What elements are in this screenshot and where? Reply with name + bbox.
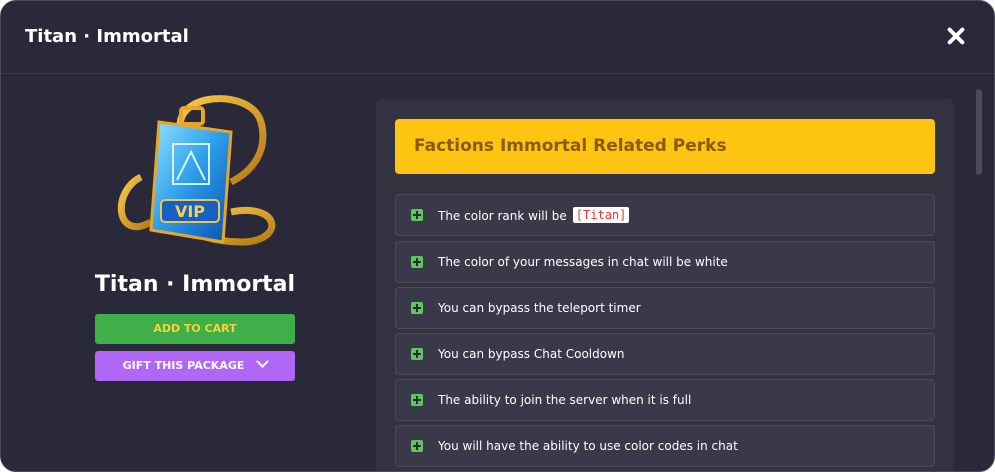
plus-icon[interactable] xyxy=(411,440,423,452)
plus-icon[interactable] xyxy=(411,394,423,406)
scrollbar[interactable] xyxy=(973,89,983,461)
gift-package-button[interactable]: GIFT THIS PACKAGE xyxy=(95,351,295,381)
add-to-cart-label: ADD TO CART xyxy=(153,322,237,335)
scrollbar-thumb[interactable] xyxy=(976,89,982,175)
product-column: VIP Titan · Immortal ADD TO CART GIFT TH… xyxy=(1,74,376,471)
perks-title: Factions Immortal Related Perks xyxy=(414,136,727,156)
chevron-down-icon xyxy=(256,355,270,368)
svg-text:VIP: VIP xyxy=(175,202,205,221)
perk-text: You can bypass the teleport timer xyxy=(438,301,641,315)
perk-item: You can bypass the teleport timer xyxy=(395,287,935,329)
plus-icon[interactable] xyxy=(411,348,423,360)
package-modal: Titan · Immortal VIP Titan · Immortal AD… xyxy=(0,0,995,472)
add-to-cart-button[interactable]: ADD TO CART xyxy=(95,314,295,344)
perk-text: The color of your messages in chat will … xyxy=(438,255,728,269)
modal-header: Titan · Immortal xyxy=(1,1,994,74)
perks-header: Factions Immortal Related Perks xyxy=(395,119,935,174)
vip-tag-image: VIP xyxy=(117,95,276,246)
plus-icon[interactable] xyxy=(411,302,423,314)
perk-text: You will have the ability to use color c… xyxy=(438,439,738,453)
plus-icon[interactable] xyxy=(411,209,423,221)
perk-item: You can bypass Chat Cooldown xyxy=(395,333,935,375)
perk-text: You can bypass Chat Cooldown xyxy=(438,347,625,361)
perks-panel: Factions Immortal Related Perks The colo… xyxy=(376,99,954,471)
gift-package-label: GIFT THIS PACKAGE xyxy=(122,359,245,372)
product-name: Titan · Immortal xyxy=(94,272,296,297)
perk-text: The ability to join the server when it i… xyxy=(438,393,692,407)
perk-item: The color of your messages in chat will … xyxy=(395,241,935,283)
close-icon[interactable] xyxy=(946,26,966,46)
plus-icon[interactable] xyxy=(411,256,423,268)
perk-item: The color rank will be [Titan] xyxy=(395,194,935,236)
perk-item: You will have the ability to use color c… xyxy=(395,425,935,467)
rank-badge: [Titan] xyxy=(572,207,630,223)
modal-title: Titan · Immortal xyxy=(25,26,189,47)
perk-text: The color rank will be [Titan] xyxy=(438,207,630,224)
perk-item: The ability to join the server when it i… xyxy=(395,379,935,421)
